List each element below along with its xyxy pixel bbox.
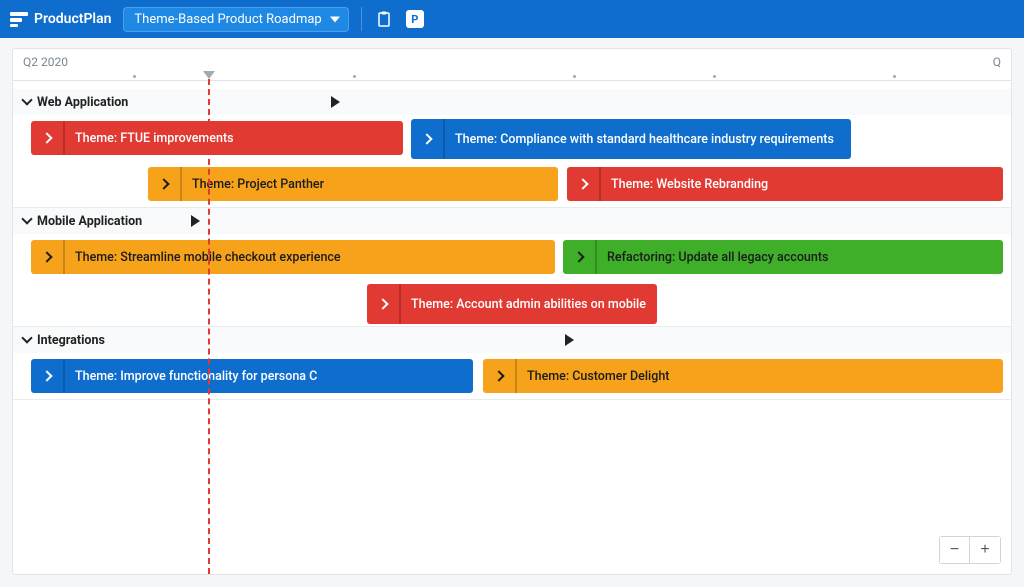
bar-label: Theme: Compliance with standard healthca… [455, 132, 834, 147]
lane-row: Theme: Project Panther Theme: Website Reb… [13, 161, 1011, 207]
chevron-right-icon [423, 132, 431, 147]
chevron-down-icon [23, 333, 31, 348]
product-name: ProductPlan [34, 11, 111, 27]
lane: Integrations Theme: Improve functionality… [13, 327, 1011, 400]
bar-label: Theme: Website Rebranding [611, 177, 768, 192]
bar-expand-handle[interactable] [31, 359, 65, 393]
chevron-right-icon [43, 131, 51, 146]
bar-expand-handle[interactable] [367, 284, 401, 324]
timeline-left-label: Q2 2020 [23, 55, 68, 69]
bar-expand-handle[interactable] [563, 240, 597, 274]
bar-expand-handle[interactable] [31, 121, 65, 155]
chevron-right-icon [43, 369, 51, 384]
chevron-down-icon [23, 214, 31, 229]
bar-expand-handle[interactable] [411, 119, 445, 159]
play-icon[interactable] [565, 334, 574, 350]
zoom-in-button[interactable]: + [970, 537, 1000, 563]
lane-row: Theme: FTUE improvements Theme: Complianc… [13, 115, 1011, 161]
lane-row: Theme: Streamline mobile checkout experi… [13, 234, 1011, 280]
chevron-down-icon [23, 95, 31, 110]
parking-lot-icon[interactable]: P [406, 10, 424, 28]
lane-title: Integrations [37, 333, 105, 348]
lane-header[interactable]: Integrations [13, 327, 1011, 353]
lane-title: Web Application [37, 95, 128, 110]
timeline-right-label: Q [993, 55, 1001, 69]
roadmap-bar[interactable]: Theme: Website Rebranding [567, 167, 1003, 201]
roadmap-canvas: Q2 2020 Q Web Application Theme: FTUE imp… [12, 48, 1012, 575]
lane-body: Theme: FTUE improvements Theme: Complianc… [13, 115, 1011, 207]
divider [361, 7, 362, 31]
roadmap-bar[interactable]: Refactoring: Update all legacy accounts [563, 240, 1003, 274]
timeline-ticks [13, 75, 1011, 81]
lane-row: Theme: Improve functionality for persona… [13, 353, 1011, 399]
zoom-controls: − + [939, 536, 1001, 564]
roadmap-title: Theme-Based Product Roadmap [134, 12, 321, 27]
lane-row: Theme: Account admin abilities on mobile [13, 280, 1011, 326]
chevron-right-icon [579, 177, 587, 192]
lanes-container: Web ApplicationTheme: FTUE improvementsT… [13, 89, 1011, 574]
bar-label: Theme: Project Panther [192, 177, 324, 192]
roadmap-bar[interactable]: Theme: Improve functionality for persona… [31, 359, 473, 393]
bar-label: Theme: Account admin abilities on mobile [411, 297, 646, 312]
chevron-right-icon [575, 250, 583, 265]
bar-expand-handle[interactable] [483, 359, 517, 393]
lane: Mobile Application Theme: Streamline mobi… [13, 208, 1011, 327]
logo-icon [10, 12, 28, 26]
bar-label: Theme: FTUE improvements [75, 131, 234, 146]
bar-expand-handle[interactable] [31, 240, 65, 274]
top-bar: ProductPlan Theme-Based Product Roadmap … [0, 0, 1024, 38]
lane-title: Mobile Application [37, 214, 142, 229]
roadmap-bar[interactable]: Theme: Account admin abilities on mobile [367, 284, 657, 324]
lane-header[interactable]: Web Application [13, 89, 1011, 115]
chevron-right-icon [43, 250, 51, 265]
chevron-down-icon [330, 12, 340, 27]
play-icon[interactable] [331, 96, 340, 112]
chevron-right-icon [495, 369, 503, 384]
bar-label: Theme: Improve functionality for persona… [75, 369, 317, 384]
bar-label: Theme: Streamline mobile checkout experi… [75, 250, 341, 265]
zoom-out-button[interactable]: − [940, 537, 970, 563]
bar-label: Refactoring: Update all legacy accounts [607, 250, 828, 265]
lane-body: Theme: Improve functionality for persona… [13, 353, 1011, 399]
lane-header[interactable]: Mobile Application [13, 208, 1011, 234]
clipboard-icon[interactable] [374, 9, 394, 29]
play-icon[interactable] [191, 215, 200, 231]
roadmap-bar[interactable]: Theme: Streamline mobile checkout experi… [31, 240, 555, 274]
roadmap-bar[interactable]: Theme: Customer Delight [483, 359, 1003, 393]
chevron-right-icon [160, 177, 168, 192]
bar-expand-handle[interactable] [567, 167, 601, 201]
logo[interactable]: ProductPlan [10, 11, 111, 27]
roadmap-bar[interactable]: Theme: Project Panther [148, 167, 558, 201]
chevron-right-icon [379, 297, 387, 312]
roadmap-bar[interactable]: Theme: FTUE improvements [31, 121, 403, 155]
roadmap-bar[interactable]: Theme: Compliance with standard healthca… [411, 119, 851, 159]
bar-label: Theme: Customer Delight [527, 369, 669, 384]
lane-body: Theme: Streamline mobile checkout experi… [13, 234, 1011, 326]
lane: Web ApplicationTheme: FTUE improvementsT… [13, 89, 1011, 208]
bar-expand-handle[interactable] [148, 167, 182, 201]
roadmap-selector[interactable]: Theme-Based Product Roadmap [123, 7, 348, 32]
